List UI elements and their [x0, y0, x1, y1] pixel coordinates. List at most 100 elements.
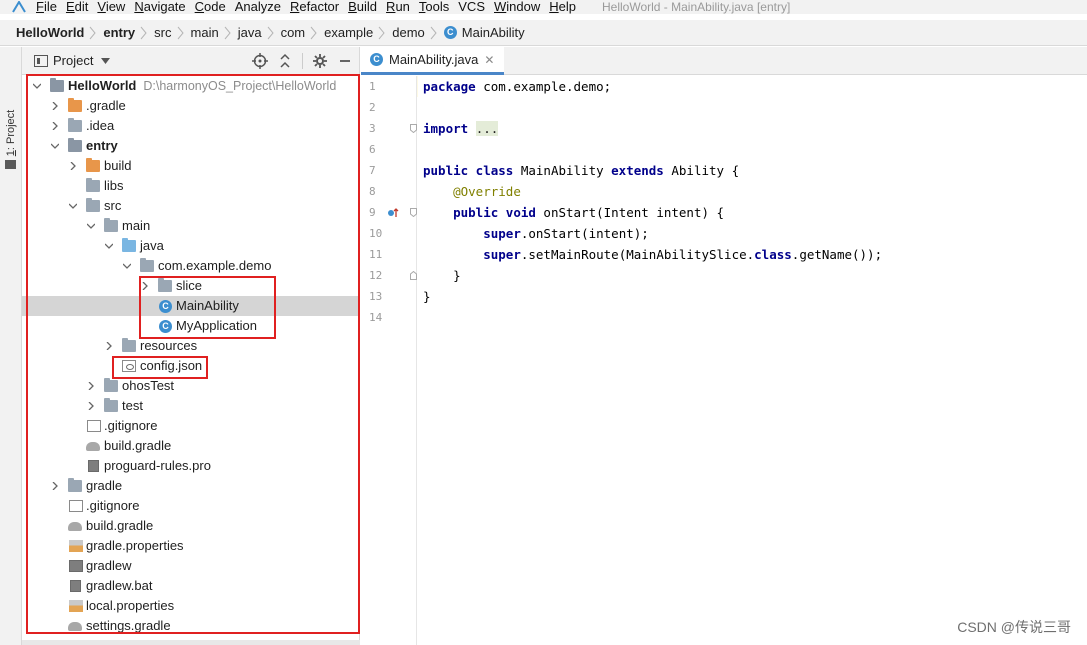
tree-row-root-gitignore[interactable]: .gitignore	[22, 496, 360, 516]
code-editor[interactable]: package com.example.demo; import ... pub…	[418, 76, 1087, 645]
tree-row-gradle[interactable]: gradle	[22, 476, 360, 496]
tree-row-resources[interactable]: resources	[22, 336, 360, 356]
code-line-10: super.onStart(intent);	[483, 226, 649, 241]
tree-label: .gitignore	[86, 498, 140, 513]
tree-row-java[interactable]: java	[22, 236, 360, 256]
chevron-right-icon	[177, 26, 184, 39]
fold-marker-icon[interactable]	[410, 271, 417, 280]
tree-label: MyApplication	[176, 318, 257, 333]
tree-row-gradle-hidden[interactable]: .gradle	[22, 96, 360, 116]
fold-marker-icon[interactable]	[410, 208, 417, 217]
code-line-3: import ...	[423, 121, 499, 136]
chevron-right-icon[interactable]	[69, 162, 77, 170]
breadcrumb-item[interactable]: MainAbility	[462, 25, 525, 40]
tree-label: .idea	[86, 118, 115, 133]
folder-icon	[104, 398, 118, 412]
menu-item-run[interactable]: Run	[386, 0, 410, 14]
tree-row-mainability[interactable]: C MainAbility	[22, 296, 360, 316]
tree-row-myapplication[interactable]: C MyApplication	[22, 316, 360, 336]
breadcrumb-item[interactable]: java	[238, 25, 262, 40]
breadcrumb-item[interactable]: entry	[103, 25, 135, 40]
chevron-down-icon[interactable]	[105, 242, 113, 250]
chevron-down-icon[interactable]	[69, 202, 77, 210]
menu-item-tools[interactable]: Tools	[419, 0, 449, 14]
editor-tab-mainability[interactable]: C MainAbility.java ✕	[361, 47, 504, 75]
breadcrumb-item[interactable]: HelloWorld	[16, 25, 84, 40]
chevron-right-icon[interactable]	[87, 382, 95, 390]
menu-item-code[interactable]: Code	[195, 0, 226, 14]
locate-target-icon[interactable]	[252, 53, 268, 69]
menu-item-build[interactable]: Build	[348, 0, 377, 14]
chevron-down-icon[interactable]	[101, 57, 111, 64]
source-folder-icon	[122, 238, 136, 252]
tree-label: build.gradle	[104, 438, 172, 453]
tree-label: gradle	[86, 478, 123, 493]
chevron-right-icon	[430, 26, 437, 39]
collapse-all-icon[interactable]	[277, 53, 293, 69]
tree-row-gradlew[interactable]: gradlew	[22, 556, 360, 576]
tree-row-package[interactable]: com.example.demo	[22, 256, 360, 276]
menu-item-analyze[interactable]: Analyze	[235, 0, 281, 14]
tree-row-entry-build-gradle[interactable]: build.gradle	[22, 436, 360, 456]
menu-item-file[interactable]: File	[36, 0, 57, 14]
chevron-right-icon[interactable]	[51, 102, 59, 110]
tree-row-test[interactable]: test	[22, 396, 360, 416]
folded-imports[interactable]: ...	[475, 121, 499, 136]
menu-item-edit[interactable]: Edit	[66, 0, 88, 14]
gitignore-file-icon	[69, 500, 83, 512]
tree-row-libs[interactable]: libs	[22, 176, 360, 196]
project-tool-tab[interactable]: 1: Project	[4, 105, 18, 167]
tree-row-gradle-properties[interactable]: gradle.properties	[22, 536, 360, 556]
tree-row-main[interactable]: main	[22, 216, 360, 236]
project-view-selector[interactable]: Project	[53, 53, 93, 68]
chevron-right-icon[interactable]	[141, 282, 149, 290]
chevron-right-icon[interactable]	[105, 342, 113, 350]
tree-row-entry[interactable]: entry	[22, 136, 360, 156]
chevron-down-icon[interactable]	[33, 82, 41, 90]
tree-row-src[interactable]: src	[22, 196, 360, 216]
tree-row-config-json[interactable]: config.json	[22, 356, 360, 376]
project-view-icon	[34, 54, 48, 67]
java-class-icon: C	[159, 320, 172, 333]
tree-row-helloworld[interactable]: HelloWorld D:\harmonyOS_Project\HelloWorl…	[22, 76, 360, 96]
breadcrumb-item[interactable]: example	[324, 25, 373, 40]
menu-item-view[interactable]: View	[97, 0, 125, 14]
menu-item-refactor[interactable]: Refactor	[290, 0, 339, 14]
breadcrumb-item[interactable]: com	[281, 25, 306, 40]
breadcrumb-item[interactable]: demo	[392, 25, 425, 40]
tree-row-slice[interactable]: slice	[22, 276, 360, 296]
tree-row-ohostest[interactable]: ohosTest	[22, 376, 360, 396]
chevron-down-icon[interactable]	[87, 222, 95, 230]
breadcrumb-item[interactable]: main	[191, 25, 219, 40]
line-number: 14	[369, 311, 383, 324]
chevron-down-icon[interactable]	[123, 262, 131, 270]
tree-row-settings-gradle[interactable]: settings.gradle	[22, 616, 360, 636]
close-icon[interactable]: ✕	[484, 53, 494, 67]
fold-marker-icon[interactable]	[410, 124, 417, 133]
tree-row-entry-gitignore[interactable]: .gitignore	[22, 416, 360, 436]
chevron-right-icon[interactable]	[51, 122, 59, 130]
menu-item-vcs[interactable]: VCS	[458, 0, 485, 14]
java-class-icon: C	[370, 53, 383, 66]
code-line-12: }	[453, 268, 461, 283]
menu-item-window[interactable]: Window	[494, 0, 540, 14]
structure-icon[interactable]	[5, 160, 16, 169]
gear-icon[interactable]	[312, 53, 328, 69]
tree-row-local-properties[interactable]: local.properties	[22, 596, 360, 616]
override-marker-icon[interactable]	[387, 207, 399, 219]
tree-row-idea[interactable]: .idea	[22, 116, 360, 136]
menu-item-navigate[interactable]: Navigate	[134, 0, 185, 14]
shell-file-icon	[69, 560, 83, 572]
menu-item-help[interactable]: Help	[549, 0, 576, 14]
tree-row-build[interactable]: build	[22, 156, 360, 176]
hide-panel-icon[interactable]	[337, 53, 353, 69]
chevron-right-icon[interactable]	[51, 482, 59, 490]
breadcrumb-item[interactable]: src	[154, 25, 171, 40]
tree-row-proguard[interactable]: proguard-rules.pro	[22, 456, 360, 476]
tree-row-gradlew-bat[interactable]: gradlew.bat	[22, 576, 360, 596]
line-number: 6	[369, 143, 376, 156]
line-number: 7	[369, 164, 376, 177]
chevron-right-icon[interactable]	[87, 402, 95, 410]
tree-row-root-build-gradle[interactable]: build.gradle	[22, 516, 360, 536]
chevron-down-icon[interactable]	[51, 142, 59, 150]
